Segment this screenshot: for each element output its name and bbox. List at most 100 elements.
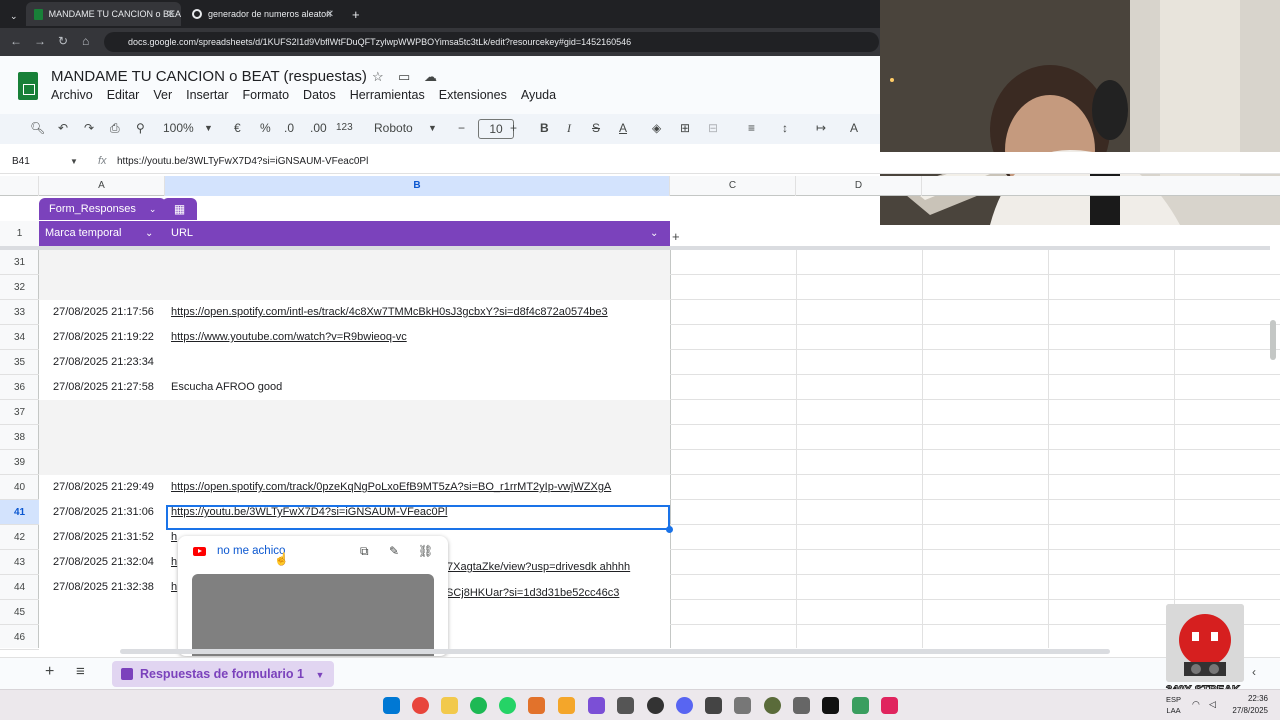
search-menus-icon[interactable]: 🔍︎ (30, 121, 45, 135)
redo-icon[interactable]: ↷ (84, 121, 94, 135)
text-color-icon[interactable]: A (619, 121, 627, 135)
row-header[interactable]: 42 (0, 525, 39, 550)
more-formats-button[interactable]: 123 (336, 122, 353, 133)
cell-url[interactable]: Escucha AFROO good (171, 381, 282, 393)
column-header-c[interactable]: C (670, 176, 796, 196)
cell-timestamp[interactable]: 27/08/2025 21:17:56 (53, 306, 154, 318)
row-header[interactable]: 39 (0, 450, 39, 475)
cell-timestamp[interactable]: 27/08/2025 21:27:58 (53, 381, 154, 393)
cloud-status-icon[interactable]: ☁ (424, 69, 437, 85)
paint-format-icon[interactable]: ⚲ (136, 121, 145, 135)
row-header[interactable]: 43 (0, 550, 39, 575)
cell-url-link[interactable]: https://open.spotify.com/track/0pzeKqNgP… (171, 481, 611, 493)
row-header[interactable]: 44 (0, 575, 39, 600)
cell-timestamp[interactable]: 27/08/2025 21:32:38 (53, 581, 154, 593)
spotify-icon[interactable] (470, 697, 487, 714)
cell-url-link[interactable]: https://www.youtube.com/watch?v=R9bwieoq… (171, 331, 407, 343)
chevron-left-icon[interactable]: ‹ (1252, 665, 1256, 679)
whatsapp-icon[interactable] (499, 697, 516, 714)
decrease-font-size-icon[interactable]: − (458, 121, 465, 135)
zoom-select[interactable]: 100% (163, 121, 194, 135)
app-icon[interactable] (793, 697, 810, 714)
row-header[interactable]: 40 (0, 475, 39, 500)
remove-link-icon[interactable]: ⛓ (418, 544, 433, 558)
font-select[interactable]: Roboto (374, 121, 413, 135)
wifi-icon[interactable]: ◠ (1192, 699, 1200, 710)
add-column-icon[interactable]: + (672, 229, 680, 244)
table-view-icon[interactable]: ▦ (162, 198, 197, 220)
cell-b44-tail[interactable]: SCj8HKUar?si=1d3d31be52cc46c3 (446, 587, 619, 599)
add-sheet-icon[interactable]: + (45, 663, 54, 681)
column-header-a[interactable]: A (39, 176, 165, 196)
text-wrap-icon[interactable]: ↦ (816, 121, 826, 135)
decrease-decimals-button[interactable]: .0 (284, 121, 294, 135)
column-header-b[interactable]: B (165, 176, 670, 196)
obs-icon[interactable] (647, 697, 664, 714)
sheet-tab-respuestas[interactable]: Respuestas de formulario 1 ▼ (112, 661, 335, 687)
copy-link-icon[interactable]: ⧉ (360, 544, 369, 559)
menu-datos[interactable]: Datos (303, 88, 336, 102)
edit-link-icon[interactable]: ✎ (389, 544, 399, 558)
app-icon[interactable] (852, 697, 869, 714)
select-all-corner[interactable] (0, 176, 39, 196)
header-url[interactable]: URL (165, 221, 670, 246)
chevron-down-icon[interactable]: ⌄ (145, 221, 153, 246)
chrome-icon[interactable] (412, 697, 429, 714)
borders-icon[interactable]: ⊞ (680, 121, 690, 135)
sheets-logo-icon[interactable] (18, 72, 38, 100)
all-sheets-icon[interactable]: ≡ (76, 663, 85, 680)
menu-extensiones[interactable]: Extensiones (439, 88, 507, 102)
fl-studio-icon[interactable] (528, 697, 545, 714)
fill-handle[interactable] (666, 526, 673, 533)
menu-editar[interactable]: Editar (107, 88, 140, 102)
chevron-down-icon[interactable]: ⌄ (650, 221, 658, 246)
row-header[interactable]: 31 (0, 250, 39, 275)
row-header[interactable]: 41 (0, 500, 39, 525)
row-header[interactable]: 35 (0, 350, 39, 375)
vertical-scrollbar[interactable] (1270, 320, 1276, 360)
cell-b43-tail[interactable]: o-297XagtaZke/view?usp=drivesdk ahhhh (425, 561, 630, 573)
menu-formato[interactable]: Formato (243, 88, 290, 102)
cell-timestamp[interactable]: 27/08/2025 21:31:06 (53, 506, 154, 518)
text-rotation-icon[interactable]: A (850, 121, 858, 135)
cell-url-link[interactable]: h (171, 556, 177, 568)
capcut-icon[interactable] (822, 697, 839, 714)
app-icon[interactable] (705, 697, 722, 714)
forward-icon[interactable]: → (34, 34, 46, 48)
app-icon[interactable] (734, 697, 751, 714)
menu-archivo[interactable]: Archivo (51, 88, 93, 102)
close-tab-icon[interactable]: ✕ (167, 9, 175, 20)
row-header[interactable]: 32 (0, 275, 39, 300)
cell-selection-b41[interactable] (166, 505, 670, 530)
menu-herramientas[interactable]: Herramientas (350, 88, 425, 102)
cell-timestamp[interactable]: 27/08/2025 21:19:22 (53, 331, 154, 343)
cell-timestamp[interactable]: 27/08/2025 21:32:04 (53, 556, 154, 568)
row-header[interactable]: 45 (0, 600, 39, 625)
print-icon[interactable]: ⎙ (110, 121, 120, 136)
url-field[interactable]: docs.google.com/spreadsheets/d/1KUFS2I1d… (104, 32, 879, 52)
new-tab-button[interactable]: + (344, 2, 364, 26)
reload-icon[interactable]: ↻ (58, 34, 68, 48)
formula-input[interactable]: https://youtu.be/3WLTyFwX7D4?si=iGNSAUM-… (117, 156, 368, 167)
cell-url-link[interactable]: h (171, 581, 177, 593)
merge-cells-icon[interactable]: ⊟ (708, 121, 718, 135)
strikethrough-icon[interactable]: S (592, 121, 600, 135)
name-box[interactable]: B41 (12, 156, 30, 167)
horizontal-scrollbar[interactable] (120, 649, 1110, 654)
increase-font-size-icon[interactable]: + (510, 121, 517, 135)
cell-url-link[interactable]: https://open.spotify.com/intl-es/track/4… (171, 306, 608, 318)
font-size-input[interactable]: 10 (478, 119, 514, 139)
menu-ayuda[interactable]: Ayuda (521, 88, 556, 102)
fill-color-icon[interactable]: ◈ (652, 121, 661, 135)
app-icon[interactable] (764, 697, 781, 714)
menu-insertar[interactable]: Insertar (186, 88, 228, 102)
tiktok-icon[interactable] (881, 697, 898, 714)
home-icon[interactable]: ⌂ (82, 34, 89, 48)
undo-icon[interactable]: ↶ (58, 121, 68, 135)
cell-timestamp[interactable]: 27/08/2025 21:31:52 (53, 531, 154, 543)
file-explorer-icon[interactable] (441, 697, 458, 714)
tab-list-button[interactable]: ⌄ (2, 4, 22, 28)
app-icon[interactable] (588, 697, 605, 714)
windows-start-icon[interactable] (383, 697, 400, 714)
row-header[interactable]: 33 (0, 300, 39, 325)
